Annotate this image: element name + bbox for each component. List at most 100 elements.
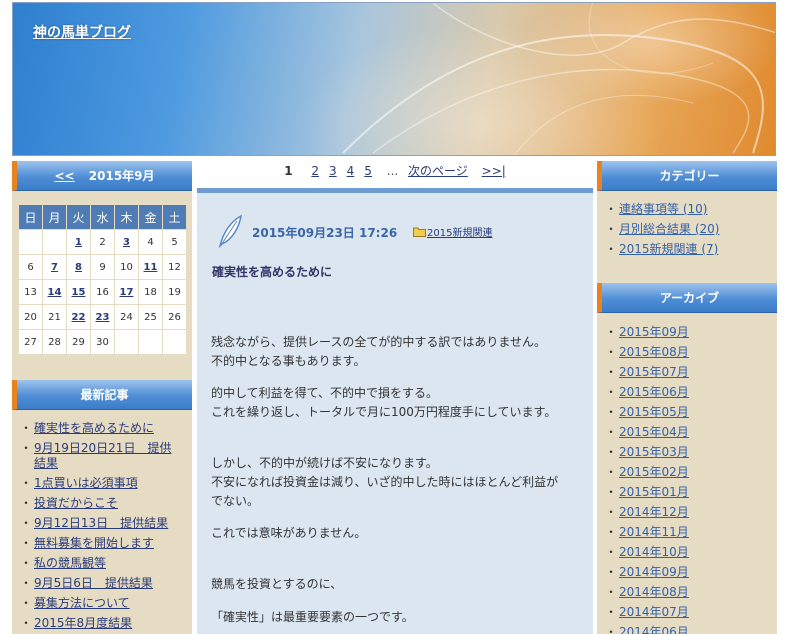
calendar-day: 16 bbox=[90, 279, 115, 305]
archive-link[interactable]: 2015年02月 bbox=[619, 465, 689, 479]
archive-item: 2014年06月 bbox=[605, 625, 777, 634]
archive-link[interactable]: 2015年09月 bbox=[619, 325, 689, 339]
recent-post-link[interactable]: 確実性を高めるために bbox=[34, 421, 154, 435]
calendar-day[interactable]: 22 bbox=[66, 304, 91, 330]
archive-item: 2014年07月 bbox=[605, 605, 777, 620]
archive-link[interactable]: 2014年09月 bbox=[619, 565, 689, 579]
archive-item: 2014年10月 bbox=[605, 545, 777, 560]
post-body-line: 不的中となる事もあります。 bbox=[211, 354, 366, 368]
pager-page-link[interactable]: 4 bbox=[347, 164, 355, 178]
archive-link[interactable]: 2015年05月 bbox=[619, 405, 689, 419]
calendar-day[interactable]: 8 bbox=[66, 254, 91, 280]
recent-post-link[interactable]: 結果 bbox=[34, 456, 58, 470]
post-body-line: でない。 bbox=[211, 494, 260, 508]
archive-item: 2015年02月 bbox=[605, 465, 777, 480]
calendar-day[interactable]: 14 bbox=[42, 279, 67, 305]
pager-page-link[interactable]: 2 bbox=[311, 164, 319, 178]
recent-post-link[interactable]: 募集方法について bbox=[34, 596, 130, 610]
calendar-day: 27 bbox=[18, 329, 43, 355]
archive-link[interactable]: 2015年01月 bbox=[619, 485, 689, 499]
pager-next-link[interactable]: 次のページ bbox=[408, 164, 468, 178]
archive-link[interactable]: 2014年08月 bbox=[619, 585, 689, 599]
recent-post-item: 9月19日20日21日 提供 bbox=[20, 441, 192, 456]
archive-link[interactable]: 2014年10月 bbox=[619, 545, 689, 559]
calendar-prev-link[interactable]: << bbox=[54, 169, 74, 183]
recent-post-link[interactable]: 9月12日13日 提供結果 bbox=[34, 516, 168, 530]
archive-link[interactable]: 2015年07月 bbox=[619, 365, 689, 379]
calendar-weekday: 金 bbox=[138, 204, 163, 230]
calendar-weekday: 日 bbox=[18, 204, 43, 230]
archive-link[interactable]: 2014年07月 bbox=[619, 605, 689, 619]
calendar-day: 2 bbox=[90, 229, 115, 255]
archive-link[interactable]: 2015年03月 bbox=[619, 445, 689, 459]
category-item: 2015新規関連 (7) bbox=[605, 242, 777, 257]
recent-post-item: 2015年8月度結果 bbox=[20, 616, 192, 631]
calendar-day: 21 bbox=[42, 304, 67, 330]
pager-page-link[interactable]: 5 bbox=[364, 164, 372, 178]
post-body-line: これを繰り返し、トータルで月に100万円程度手にしています。 bbox=[211, 405, 557, 419]
site-title[interactable]: 神の馬単ブログ bbox=[33, 22, 131, 42]
calendar-day: 24 bbox=[114, 304, 139, 330]
pager-last-link[interactable]: >>| bbox=[482, 164, 506, 178]
calendar-day[interactable]: 11 bbox=[138, 254, 163, 280]
calendar-empty-cell bbox=[138, 329, 163, 355]
pager-page-link[interactable]: 3 bbox=[329, 164, 337, 178]
calendar-day[interactable]: 7 bbox=[42, 254, 67, 280]
calendar-day[interactable]: 3 bbox=[114, 229, 139, 255]
calendar-weekday: 土 bbox=[162, 204, 187, 230]
archive-header: アーカイブ bbox=[597, 283, 777, 313]
pager-current-page: 1 bbox=[284, 164, 293, 178]
recent-posts-heading: 最新記事 bbox=[80, 388, 129, 402]
archive-link[interactable]: 2014年11月 bbox=[619, 525, 689, 539]
recent-post-link[interactable]: 1点買いは必須事項 bbox=[34, 476, 138, 490]
calendar-day: 28 bbox=[42, 329, 67, 355]
category-item: 連絡事項等 (10) bbox=[605, 202, 777, 217]
recent-post-link[interactable]: 私の競馬観等 bbox=[34, 556, 106, 570]
calendar-day: 6 bbox=[18, 254, 43, 280]
recent-post-item: 1点買いは必須事項 bbox=[20, 476, 192, 491]
archive-item: 2015年04月 bbox=[605, 425, 777, 440]
category-link[interactable]: 連絡事項等 (10) bbox=[619, 202, 707, 216]
calendar-day: 9 bbox=[90, 254, 115, 280]
category-link[interactable]: 2015新規関連 (7) bbox=[619, 242, 718, 256]
archive-link[interactable]: 2014年06月 bbox=[619, 625, 689, 634]
calendar-day[interactable]: 17 bbox=[114, 279, 139, 305]
pagination: 1 2345 ... 次のページ >>| bbox=[197, 162, 593, 182]
calendar-day: 26 bbox=[162, 304, 187, 330]
post-body-line: 競馬を投資とするのに、 bbox=[211, 577, 343, 591]
calendar-weekday: 水 bbox=[90, 204, 115, 230]
post-body-line: 残念ながら、提供レースの全てが的中する訳ではありません。 bbox=[211, 335, 547, 349]
archive-item: 2015年08月 bbox=[605, 345, 777, 360]
archive-link[interactable]: 2014年12月 bbox=[619, 505, 689, 519]
calendar-day[interactable]: 15 bbox=[66, 279, 91, 305]
archive-item: 2014年12月 bbox=[605, 505, 777, 520]
post-date: 2015年09月23日 17:26 bbox=[252, 226, 398, 240]
calendar-day[interactable]: 23 bbox=[90, 304, 115, 330]
recent-posts-header: 最新記事 bbox=[12, 380, 192, 410]
recent-post-link[interactable]: 2015年8月度結果 bbox=[34, 616, 132, 630]
archive-link[interactable]: 2015年08月 bbox=[619, 345, 689, 359]
archive-link[interactable]: 2015年06月 bbox=[619, 385, 689, 399]
calendar-day[interactable]: 1 bbox=[66, 229, 91, 255]
folder-icon bbox=[413, 227, 426, 237]
recent-post-link[interactable]: 9月5日6日 提供結果 bbox=[34, 576, 153, 590]
archive-item: 2014年11月 bbox=[605, 525, 777, 540]
category-header: カテゴリー bbox=[597, 161, 777, 191]
calendar-weekday: 火 bbox=[66, 204, 91, 230]
calendar-day: 20 bbox=[18, 304, 43, 330]
recent-post-link[interactable]: 無料募集を開始します bbox=[34, 536, 154, 550]
category-list: 連絡事項等 (10) 月別総合結果 (20) 2015新規関連 (7) bbox=[597, 191, 777, 257]
post-body-line: これでは意味がありません。 bbox=[211, 526, 367, 540]
calendar-empty-cell bbox=[114, 329, 139, 355]
archive-link[interactable]: 2015年04月 bbox=[619, 425, 689, 439]
post-category-link[interactable]: 2015新規関連 bbox=[427, 228, 492, 239]
recent-post-link[interactable]: 投資だからこそ bbox=[34, 496, 118, 510]
archive-item: 2014年08月 bbox=[605, 585, 777, 600]
calendar-table: 日月火水木金土 1 2 3 4 5 6 7 8 9 10 11 12 13 14 15 16 17 18 19 20 2… bbox=[18, 204, 187, 355]
calendar-day: 29 bbox=[66, 329, 91, 355]
archive-item: 2015年03月 bbox=[605, 445, 777, 460]
recent-post-link[interactable]: 9月19日20日21日 提供 bbox=[34, 441, 171, 455]
recent-post-item: 結果 bbox=[26, 456, 192, 471]
category-link[interactable]: 月別総合結果 (20) bbox=[619, 222, 719, 236]
calendar-day: 18 bbox=[138, 279, 163, 305]
